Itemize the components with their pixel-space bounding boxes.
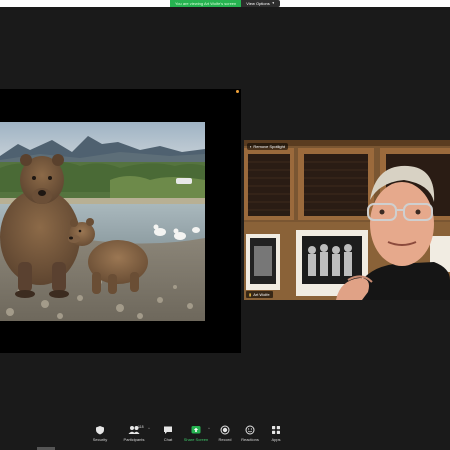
viewing-screen-message: You are viewing Art Wolfe's screen: [170, 0, 242, 7]
participant-name-tag: ▮ Art Wolfe: [246, 291, 273, 298]
participants-label: Participants: [123, 437, 145, 442]
participant-name: Art Wolfe: [253, 292, 270, 297]
microphone-icon: ▮: [249, 292, 252, 297]
view-options-label: View Options: [246, 1, 270, 6]
meeting-toolbar: Security 118 ^ Participants Chat ^ Share…: [0, 415, 450, 450]
view-options-button[interactable]: View Options ▼: [241, 0, 280, 7]
share-screen-label: Share Screen: [183, 437, 209, 442]
apps-icon: [272, 426, 280, 434]
shield-icon: [96, 426, 104, 435]
screen-indicator-dot: [236, 90, 239, 93]
pin-icon: ▪: [250, 144, 252, 149]
participants-button[interactable]: 118 ^ Participants: [116, 425, 152, 442]
bears-photo-image: [0, 122, 205, 321]
security-label: Security: [92, 437, 108, 442]
speaker-video[interactable]: ▪ Remove Spotlight ▮ Art Wolfe: [244, 140, 450, 300]
participant-count: 118: [138, 425, 144, 429]
speaker-video-image: [244, 140, 450, 300]
share-screen-icon: [191, 426, 201, 434]
shared-photo: [0, 122, 205, 321]
reactions-icon: [245, 425, 255, 435]
chevron-down-icon: ▼: [271, 1, 275, 5]
apps-button[interactable]: Apps: [258, 425, 294, 442]
chat-icon: [164, 426, 172, 434]
chat-label: Chat: [163, 437, 173, 442]
share-banner: You are viewing Art Wolfe's screen View …: [0, 0, 450, 7]
security-button[interactable]: Security: [82, 425, 118, 442]
remove-spotlight-button[interactable]: ▪ Remove Spotlight: [247, 143, 288, 150]
record-label: Record: [218, 437, 232, 442]
record-icon: [220, 425, 230, 435]
apps-label: Apps: [271, 437, 281, 442]
reactions-label: Reactions: [241, 437, 259, 442]
banner-pill: You are viewing Art Wolfe's screen View …: [170, 0, 280, 7]
spotlight-label: Remove Spotlight: [253, 144, 285, 149]
shared-screen[interactable]: [0, 89, 241, 353]
